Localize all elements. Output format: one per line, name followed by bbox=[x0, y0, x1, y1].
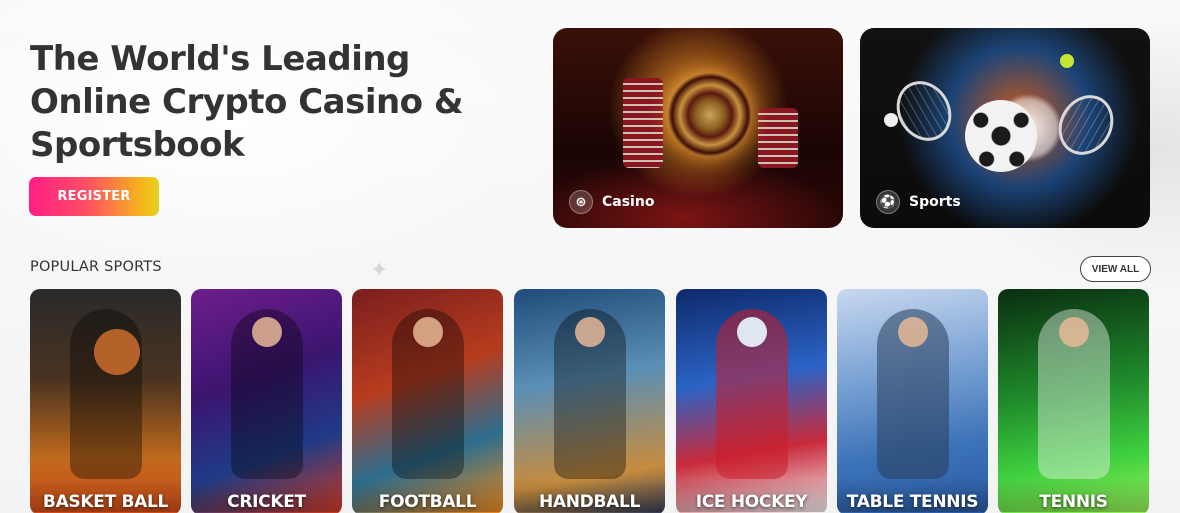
casino-card-label: ⊛ Casino bbox=[569, 190, 654, 214]
sports-card-label: ⚽ Sports bbox=[876, 190, 961, 214]
player-head-image bbox=[898, 317, 928, 347]
basketball-image bbox=[94, 329, 140, 375]
popular-sports-list: BASKET BALL CRICKET FOOTBALL HANDBALL IC… bbox=[30, 289, 1150, 513]
chip-stack-image bbox=[758, 108, 798, 168]
player-head-image bbox=[413, 317, 443, 347]
sports-card-text: Sports bbox=[909, 194, 961, 210]
sports-card[interactable]: ⚽ Sports bbox=[860, 28, 1150, 228]
tennis-ball-image bbox=[1060, 54, 1074, 68]
register-button[interactable]: REGISTER bbox=[29, 177, 159, 216]
player-head-image bbox=[252, 317, 282, 347]
sport-card-football[interactable]: FOOTBALL bbox=[352, 289, 503, 513]
sport-card-label: FOOTBALL bbox=[352, 478, 503, 512]
sport-card-label: CRICKET bbox=[191, 478, 342, 512]
sport-card-label: TENNIS bbox=[998, 478, 1149, 512]
sport-card-basketball[interactable]: BASKET BALL bbox=[30, 289, 181, 513]
popular-sports-heading: POPULAR SPORTS bbox=[30, 259, 162, 275]
roulette-chip-icon: ⊛ bbox=[569, 190, 593, 214]
sport-card-label: BASKET BALL bbox=[30, 478, 181, 512]
sparkle-icon: ✦ bbox=[370, 258, 389, 283]
player-head-image bbox=[1059, 317, 1089, 347]
casino-card[interactable]: ⊛ Casino bbox=[553, 28, 843, 228]
player-head-image bbox=[575, 317, 605, 347]
soccer-ball-image bbox=[965, 100, 1037, 172]
tennis-racket-image bbox=[1047, 85, 1125, 165]
sport-card-handball[interactable]: HANDBALL bbox=[514, 289, 665, 513]
sport-card-label: TABLE TENNIS bbox=[837, 478, 988, 512]
sport-card-tennis[interactable]: TENNIS bbox=[998, 289, 1149, 513]
soccer-ball-icon: ⚽ bbox=[876, 190, 900, 214]
casino-card-text: Casino bbox=[602, 194, 655, 210]
view-all-button[interactable]: VIEW ALL bbox=[1080, 256, 1151, 282]
sport-card-label: ICE HOCKEY bbox=[676, 478, 827, 512]
roulette-wheel-image bbox=[668, 73, 752, 157]
chip-stack-image bbox=[623, 78, 663, 168]
sport-card-table-tennis[interactable]: TABLE TENNIS bbox=[837, 289, 988, 513]
sport-card-cricket[interactable]: CRICKET bbox=[191, 289, 342, 513]
tennis-racket-image bbox=[885, 71, 963, 151]
player-helmet-image bbox=[737, 317, 767, 347]
sport-card-ice-hockey[interactable]: ICE HOCKEY bbox=[676, 289, 827, 513]
golf-ball-image bbox=[884, 113, 898, 127]
sport-card-label: HANDBALL bbox=[514, 478, 665, 512]
hero-title: The World's Leading Online Crypto Casino… bbox=[30, 39, 464, 165]
